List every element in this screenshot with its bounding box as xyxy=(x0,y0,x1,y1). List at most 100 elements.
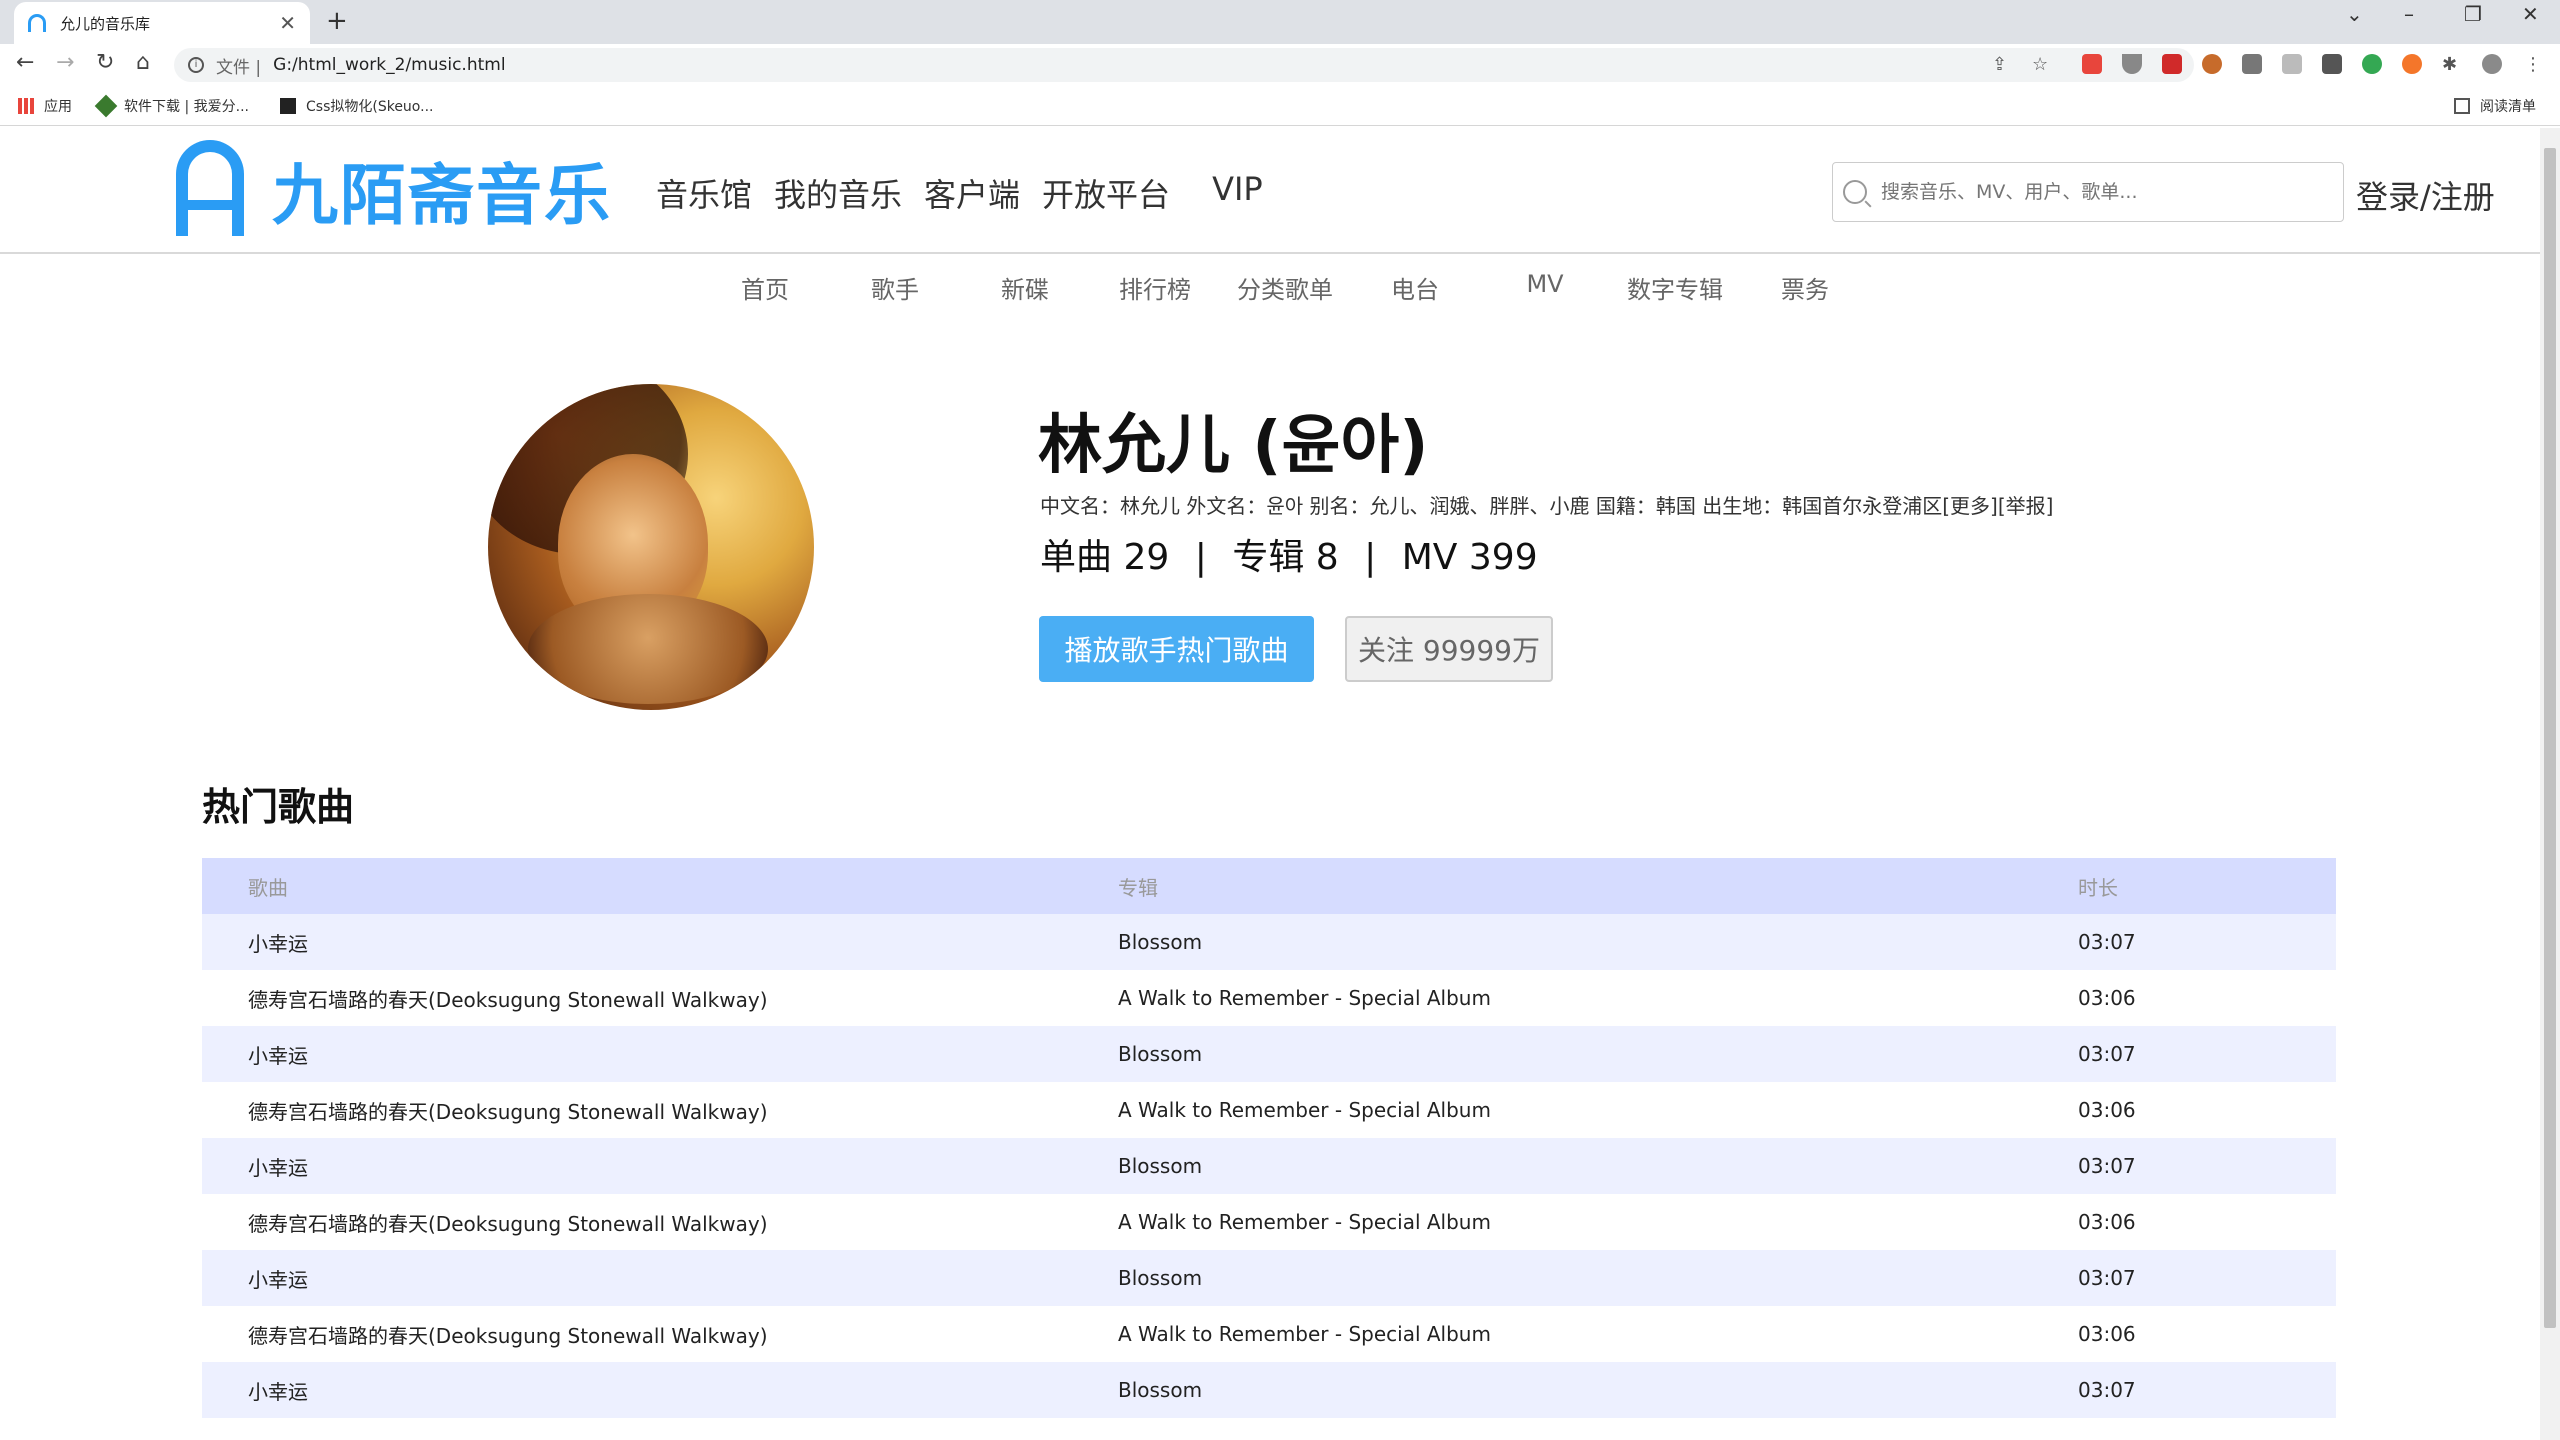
restore-icon[interactable]: ❐ xyxy=(2464,2,2482,26)
follow-button[interactable]: 关注 99999万 xyxy=(1345,616,1553,682)
browser-chrome: 允儿的音乐库 ✕ + ⌄ – ❐ ✕ ← → ↻ ⌂ i 文件 | G:/htm… xyxy=(0,0,2560,128)
extension-icon[interactable] xyxy=(2402,54,2422,74)
song-title[interactable]: 小幸运 xyxy=(202,928,1118,957)
album-title[interactable]: A Walk to Remember - Special Album xyxy=(1118,1098,2078,1122)
extension-icon[interactable] xyxy=(2322,54,2342,74)
nav-client[interactable]: 客户端 xyxy=(924,170,1020,216)
table-row[interactable]: 小幸运 Blossom 03:07 xyxy=(202,914,2336,970)
tab-strip: 允儿的音乐库 ✕ + ⌄ – ❐ ✕ xyxy=(0,0,2560,44)
subnav-singers[interactable]: 歌手 xyxy=(830,270,960,305)
subnav-mv[interactable]: MV xyxy=(1480,270,1610,298)
album-title[interactable]: Blossom xyxy=(1118,1042,2078,1066)
song-title[interactable]: 小幸运 xyxy=(202,1152,1118,1181)
extension-icon[interactable] xyxy=(2082,54,2102,74)
table-row[interactable]: 小幸运 Blossom 03:07 xyxy=(202,1362,2336,1418)
subnav-new-albums[interactable]: 新碟 xyxy=(960,270,1090,305)
apps-grid-icon xyxy=(18,98,34,114)
table-row[interactable]: 德寿宫石墙路的春天(Deoksugung Stonewall Walkway) A… xyxy=(202,1306,2336,1362)
page-content: 九陌斋音乐 音乐馆 我的音乐 客户端 开放平台 VIP 登录/注册 首页 歌手 … xyxy=(0,128,2540,1440)
browser-tab[interactable]: 允儿的音乐库 ✕ xyxy=(14,2,310,44)
album-title[interactable]: Blossom xyxy=(1118,1378,2078,1402)
forward-icon[interactable]: → xyxy=(56,50,74,75)
album-title[interactable]: A Walk to Remember - Special Album xyxy=(1118,1322,2078,1346)
share-icon[interactable]: ⇪ xyxy=(1992,54,2007,75)
song-title[interactable]: 德寿宫石墙路的春天(Deoksugung Stonewall Walkway) xyxy=(202,1208,1118,1237)
subnav-digital-albums[interactable]: 数字专辑 xyxy=(1610,270,1740,305)
new-tab-icon[interactable]: + xyxy=(326,6,348,36)
reload-icon[interactable]: ↻ xyxy=(96,50,114,75)
puzzle-icon[interactable]: ✱ xyxy=(2442,54,2457,75)
bookmark-label: Css拟物化(Skeuo... xyxy=(306,99,434,115)
table-row[interactable]: 小幸运 Blossom 03:07 xyxy=(202,1250,2336,1306)
table-row[interactable]: 小幸运 Blossom 03:07 xyxy=(202,1138,2336,1194)
close-tab-icon[interactable]: ✕ xyxy=(279,13,296,33)
main-nav: 音乐馆 我的音乐 客户端 开放平台 VIP xyxy=(656,170,1285,216)
site-info-icon[interactable]: i xyxy=(188,57,204,73)
table-row[interactable]: 小幸运 Blossom 03:07 xyxy=(202,1026,2336,1082)
nav-vip[interactable]: VIP xyxy=(1212,170,1263,216)
song-title[interactable]: 小幸运 xyxy=(202,1040,1118,1069)
album-title[interactable]: Blossom xyxy=(1118,1266,2078,1290)
home-icon[interactable]: ⌂ xyxy=(136,50,150,75)
song-title[interactable]: 德寿宫石墙路的春天(Deoksugung Stonewall Walkway) xyxy=(202,984,1118,1013)
search-input[interactable] xyxy=(1881,181,2301,203)
nav-open-platform[interactable]: 开放平台 xyxy=(1042,170,1170,216)
bookmark-software[interactable]: 软件下载 | 我爱分... xyxy=(94,94,249,118)
play-hot-songs-button[interactable]: 播放歌手热门歌曲 xyxy=(1039,616,1314,682)
song-duration: 03:06 xyxy=(2078,986,2136,1010)
site-favicon-icon xyxy=(28,14,46,32)
table-row[interactable]: 德寿宫石墙路的春天(Deoksugung Stonewall Walkway) A… xyxy=(202,970,2336,1026)
search-box[interactable] xyxy=(1832,162,2344,222)
albums-label: 专辑 xyxy=(1232,537,1305,578)
album-title[interactable]: Blossom xyxy=(1118,1154,2078,1178)
download-icon[interactable] xyxy=(2242,54,2262,74)
login-register-link[interactable]: 登录/注册 xyxy=(2356,172,2495,218)
back-icon[interactable]: ← xyxy=(16,50,34,75)
stats-separator: | xyxy=(1194,537,1207,578)
song-title[interactable]: 德寿宫石墙路的春天(Deoksugung Stonewall Walkway) xyxy=(202,1320,1118,1349)
song-title[interactable]: 德寿宫石墙路的春天(Deoksugung Stonewall Walkway) xyxy=(202,1096,1118,1125)
album-title[interactable]: Blossom xyxy=(1118,930,2078,954)
profile-avatar-icon[interactable] xyxy=(2482,54,2502,74)
scrollbar-thumb[interactable] xyxy=(2544,148,2556,1328)
search-icon[interactable] xyxy=(1843,180,1867,204)
reading-list[interactable]: 阅读清单 xyxy=(2454,96,2536,116)
minimize-icon[interactable]: – xyxy=(2404,2,2414,26)
album-title[interactable]: A Walk to Remember - Special Album xyxy=(1118,986,2078,1010)
sub-nav: 首页 歌手 新碟 排行榜 分类歌单 电台 MV 数字专辑 票务 xyxy=(700,270,1900,310)
page-scrollbar[interactable] xyxy=(2540,128,2560,1440)
extension-icon[interactable] xyxy=(2362,54,2382,74)
extension-icon[interactable] xyxy=(2202,54,2222,74)
song-duration: 03:07 xyxy=(2078,930,2136,954)
menu-icon[interactable]: ⋮ xyxy=(2524,54,2542,75)
nav-my-music[interactable]: 我的音乐 xyxy=(774,170,902,216)
bookmark-css[interactable]: Css拟物化(Skeuo... xyxy=(280,96,433,116)
subnav-charts[interactable]: 排行榜 xyxy=(1090,270,1220,305)
song-title[interactable]: 小幸运 xyxy=(202,1264,1118,1293)
extension-icon[interactable] xyxy=(2282,54,2302,74)
bookmarks-bar: 应用 软件下载 | 我爱分... Css拟物化(Skeuo... 阅读清单 xyxy=(0,86,2560,126)
logo-text: 九陌斋音乐 xyxy=(272,157,612,234)
subnav-playlists[interactable]: 分类歌单 xyxy=(1220,270,1350,305)
site-logo[interactable]: 九陌斋音乐 xyxy=(176,140,612,240)
subnav-radio[interactable]: 电台 xyxy=(1350,270,1480,305)
mv-label: MV xyxy=(1401,537,1458,578)
nav-music-hall[interactable]: 音乐馆 xyxy=(656,170,752,216)
table-row[interactable]: 德寿宫石墙路的春天(Deoksugung Stonewall Walkway) A… xyxy=(202,1082,2336,1138)
header-album: 专辑 xyxy=(1118,875,1158,900)
close-window-icon[interactable]: ✕ xyxy=(2522,2,2539,26)
bookmark-star-icon[interactable]: ☆ xyxy=(2032,54,2048,75)
url-text[interactable]: G:/html_work_2/music.html xyxy=(273,55,505,75)
artist-name: 林允儿 (윤아) xyxy=(1038,409,1429,483)
bookmark-apps[interactable]: 应用 xyxy=(18,96,72,116)
song-title[interactable]: 小幸运 xyxy=(202,1376,1118,1405)
album-title[interactable]: A Walk to Remember - Special Album xyxy=(1118,1210,2078,1234)
tab-search-icon[interactable]: ⌄ xyxy=(2346,2,2363,26)
css-icon xyxy=(280,98,296,114)
address-bar[interactable]: i 文件 | G:/html_work_2/music.html xyxy=(174,48,2194,82)
extension-icon[interactable] xyxy=(2122,54,2142,74)
table-row[interactable]: 德寿宫石墙路的春天(Deoksugung Stonewall Walkway) A… xyxy=(202,1194,2336,1250)
extension-icon[interactable] xyxy=(2162,54,2182,74)
subnav-home[interactable]: 首页 xyxy=(700,270,830,305)
subnav-tickets[interactable]: 票务 xyxy=(1740,270,1870,305)
